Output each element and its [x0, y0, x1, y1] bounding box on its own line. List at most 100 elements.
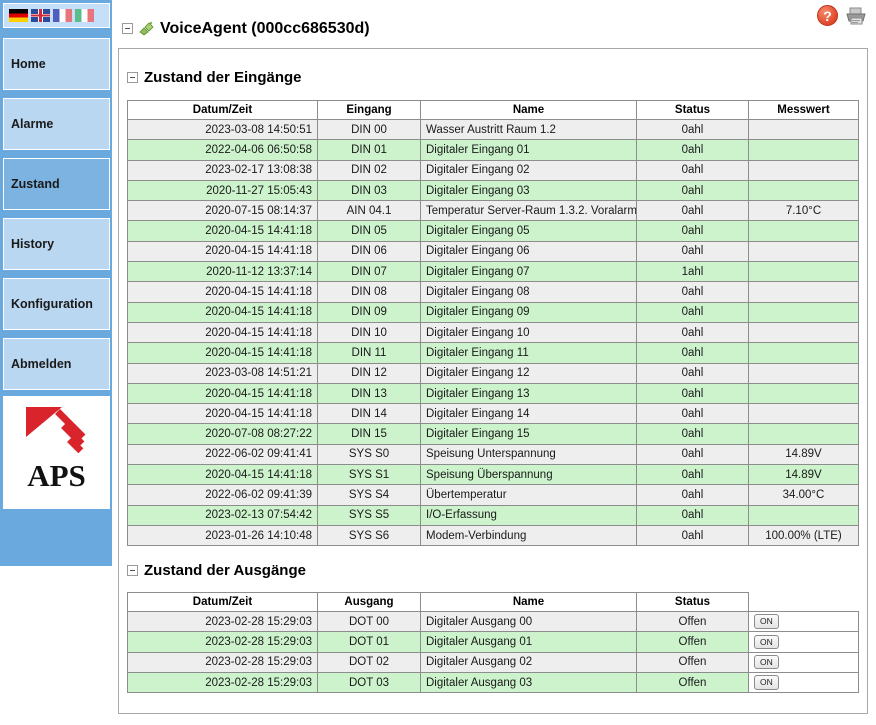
cell-name: Digitaler Eingang 14	[420, 403, 637, 425]
flag-united-kingdom-icon[interactable]	[31, 9, 50, 22]
cell-name: Digitaler Ausgang 02	[420, 651, 637, 673]
sidebar-item-alarme[interactable]: Alarme	[3, 98, 110, 150]
table-row: 2020-07-08 08:27:22 DIN 15 Digitaler Einga…	[127, 423, 859, 445]
cell-status: 0ahl	[636, 118, 749, 141]
flag-germany-icon[interactable]	[9, 9, 28, 22]
cell-name: Digitaler Ausgang 03	[420, 671, 637, 694]
cell-status: 0ahl	[636, 179, 749, 202]
section-title-outputs: Zustand der Ausgänge	[119, 562, 306, 579]
cell-eingang: AIN 04.1	[317, 200, 421, 222]
cell-ausgang: DOT 01	[317, 631, 421, 653]
language-flag-bar	[3, 3, 110, 28]
flag-france-icon[interactable]	[53, 9, 72, 22]
application-page: Home Alarme Zustand History Konfiguratio…	[0, 0, 876, 725]
aps-logo-mark-icon	[25, 407, 88, 459]
collapse-minus-box-icon[interactable]	[127, 72, 138, 83]
sidebar-item-label: Zustand	[11, 177, 60, 191]
table-row: 2020-04-15 14:41:18 DIN 13 Digitaler Einga…	[127, 382, 859, 405]
cell-datum-zeit: 2020-04-15 14:41:18	[127, 321, 318, 344]
cell-name: Digitaler Eingang 11	[420, 342, 637, 364]
cell-eingang: SYS S1	[317, 464, 421, 486]
sidebar-item-konfiguration[interactable]: Konfiguration	[3, 278, 110, 330]
cell-messwert	[748, 159, 859, 181]
cell-datum-zeit: 2023-02-28 15:29:03	[127, 631, 318, 653]
section-title-text: Zustand der Ausgänge	[144, 562, 306, 579]
cell-status: 0ahl	[636, 524, 749, 547]
cell-eingang: DIN 05	[317, 220, 421, 242]
cell-action: ON	[748, 631, 859, 653]
cell-messwert	[748, 423, 859, 445]
cell-name: Übertemperatur	[420, 484, 637, 506]
table-row: 2020-04-15 14:41:18 DIN 08 Digitaler Einga…	[127, 281, 859, 303]
cell-datum-zeit: 2023-02-28 15:29:03	[127, 671, 318, 694]
column-header-name: Name	[420, 100, 637, 120]
cell-eingang: DIN 02	[317, 159, 421, 181]
cell-name: Digitaler Ausgang 01	[420, 631, 637, 653]
cell-status: Offen	[636, 610, 749, 633]
cell-status: Offen	[636, 671, 749, 694]
sidebar-item-zustand[interactable]: Zustand	[3, 158, 110, 210]
cell-status: 0ahl	[636, 464, 749, 486]
cell-messwert	[748, 403, 859, 425]
collapse-minus-box-icon[interactable]	[127, 565, 138, 576]
page-title: VoiceAgent (000cc686530d)	[118, 0, 870, 44]
table-row: 2023-02-13 07:54:42 SYS S5 I/O-Erfassung 0a…	[127, 504, 859, 526]
column-header-datum-zeit: Datum/Zeit	[127, 592, 318, 612]
cell-datum-zeit: 2020-04-15 14:41:18	[127, 342, 318, 364]
table-row: 2020-04-15 14:41:18 DIN 10 Digitaler Einga…	[127, 321, 859, 344]
cell-messwert	[748, 321, 859, 344]
section-title-text: Zustand der Eingänge	[144, 69, 302, 86]
cell-name: Digitaler Eingang 01	[420, 139, 637, 161]
toggle-on-button[interactable]: ON	[754, 634, 779, 650]
cell-messwert	[748, 240, 859, 263]
cell-status: 0ahl	[636, 443, 749, 466]
cell-name: Temperatur Server-Raum 1.3.2. Voralarm	[420, 200, 637, 222]
cell-messwert	[748, 118, 859, 141]
cell-datum-zeit: 2020-07-08 08:27:22	[127, 423, 318, 445]
cell-datum-zeit: 2020-04-15 14:41:18	[127, 464, 318, 486]
cell-action: ON	[748, 651, 859, 673]
cell-status: Offen	[636, 631, 749, 653]
sidebar-item-abmelden[interactable]: Abmelden	[3, 338, 110, 390]
toggle-on-button[interactable]: ON	[754, 675, 779, 690]
sidebar-item-home[interactable]: Home	[3, 38, 110, 90]
flag-italy-icon[interactable]	[75, 9, 94, 22]
cell-name: Digitaler Eingang 06	[420, 240, 637, 263]
column-header-status: Status	[636, 592, 749, 612]
cell-datum-zeit: 2022-06-02 09:41:41	[127, 443, 318, 466]
plug-connector-icon	[139, 21, 154, 36]
cell-datum-zeit: 2020-04-15 14:41:18	[127, 382, 318, 405]
table-row: 2020-04-15 14:41:18 DIN 11 Digitaler Einga…	[127, 342, 859, 364]
cell-name: Digitaler Eingang 07	[420, 261, 637, 283]
cell-ausgang: DOT 02	[317, 651, 421, 673]
sidebar-item-label: Abmelden	[11, 357, 72, 371]
sidebar-item-label: Alarme	[11, 117, 54, 131]
inputs-table: Datum/Zeit Eingang Name Status Messwert …	[127, 100, 859, 547]
cell-datum-zeit: 2020-11-27 15:05:43	[127, 179, 318, 202]
cell-eingang: DIN 12	[317, 362, 421, 384]
page-title-text: VoiceAgent (000cc686530d)	[160, 19, 370, 37]
cell-messwert	[748, 261, 859, 283]
table-row: 2020-04-15 14:41:18 DIN 06 Digitaler Einga…	[127, 240, 859, 263]
cell-eingang: DIN 13	[317, 382, 421, 405]
cell-messwert	[748, 382, 859, 405]
column-header-messwert: Messwert	[748, 100, 859, 120]
table-row: 2020-04-15 14:41:18 DIN 09 Digitaler Einga…	[127, 301, 859, 323]
sidebar-item-history[interactable]: History	[3, 218, 110, 270]
toggle-on-button[interactable]: ON	[754, 614, 779, 629]
cell-datum-zeit: 2023-02-28 15:29:03	[127, 610, 318, 633]
cell-eingang: DIN 08	[317, 281, 421, 303]
cell-name: Modem-Verbindung	[420, 524, 637, 547]
sidebar-item-label: Konfiguration	[11, 297, 93, 311]
cell-eingang: DIN 15	[317, 423, 421, 445]
cell-status: 0ahl	[636, 220, 749, 242]
table-row: 2022-06-02 09:41:41 SYS S0 Speisung Unters…	[127, 443, 859, 466]
cell-messwert	[748, 362, 859, 384]
toggle-on-button[interactable]: ON	[754, 654, 779, 670]
cell-eingang: DIN 10	[317, 321, 421, 344]
column-header-datum-zeit: Datum/Zeit	[127, 100, 318, 120]
cell-datum-zeit: 2020-04-15 14:41:18	[127, 220, 318, 242]
cell-name: Wasser Austritt Raum 1.2	[420, 118, 637, 141]
table-row: 2023-02-28 15:29:03 DOT 03 Digitaler Ausga…	[127, 671, 859, 694]
collapse-minus-box-icon[interactable]	[122, 23, 133, 34]
